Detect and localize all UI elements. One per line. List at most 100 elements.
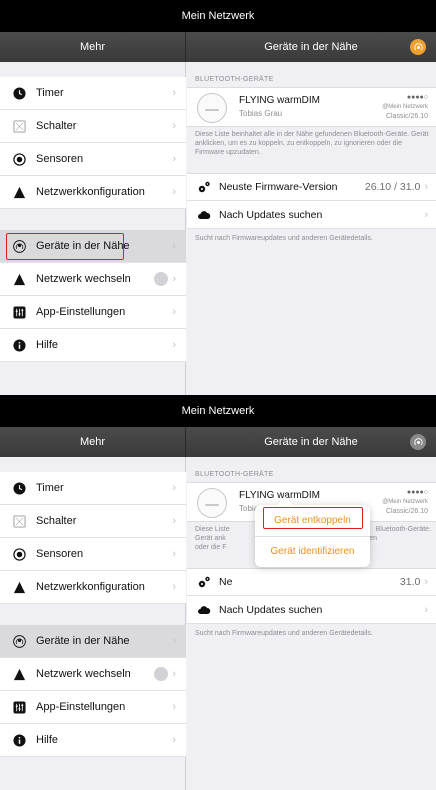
- right-header-title: Geräte in der Nähe: [264, 436, 358, 448]
- updates-label: Nach Updates suchen: [219, 208, 323, 221]
- footer-note: Sucht nach Firmwareupdates und anderen G…: [195, 630, 373, 637]
- app-settings-icon: [12, 700, 26, 714]
- chevron-right-icon: ›: [172, 701, 176, 713]
- sidebar-item-label: Netzwerkkonfiguration: [36, 581, 145, 593]
- chevron-right-icon: ›: [172, 186, 176, 198]
- sidebar-menu: Timer › Schalter › Sensoren › Netzwerkko…: [0, 62, 186, 395]
- right-header: Geräte in der Nähe: [186, 427, 436, 457]
- sidebar-item-sensoren[interactable]: Sensoren ›: [0, 538, 186, 571]
- right-header: Geräte in der Nähe: [186, 32, 436, 62]
- clock-icon: [12, 86, 26, 100]
- network-count-badge: [154, 272, 169, 286]
- left-header-title: Mehr: [0, 427, 186, 457]
- signal-strength: ●●●●○: [406, 489, 428, 496]
- sidebar-item-netzwerk-wechseln[interactable]: Netzwerk wechseln ›: [0, 263, 186, 296]
- sidebar-item-label: Sensoren: [36, 548, 84, 560]
- titlebar: Mein Netzwerk: [0, 0, 436, 32]
- network-count-badge: [154, 667, 169, 681]
- app-settings-icon: [12, 305, 26, 319]
- chevron-right-icon: ›: [172, 240, 176, 252]
- chevron-right-icon: ›: [172, 635, 176, 647]
- device-row[interactable]: FLYING warmDIM Tobias Grau ●●●●○ @Mein N…: [187, 87, 436, 127]
- sidebar-item-label: App-Einstellungen: [36, 306, 126, 318]
- sidebar-item-timer[interactable]: Timer ›: [0, 77, 186, 110]
- chevron-right-icon: ›: [172, 273, 176, 285]
- description-line3-left: oder die F: [195, 544, 227, 551]
- section-header: BLUETOOTH-GERÄTE: [195, 471, 274, 478]
- firmware-value: 31.0: [399, 576, 421, 588]
- signal-strength: ●●●●○: [406, 94, 428, 101]
- chevron-right-icon: ›: [172, 581, 176, 593]
- chevron-right-icon: ›: [172, 153, 176, 165]
- sidebar-item-netzwerk-wechseln[interactable]: Netzwerk wechseln ›: [0, 658, 186, 691]
- help-icon: [12, 733, 26, 747]
- sidebar-item-label: Schalter: [36, 515, 77, 527]
- identify-device-button[interactable]: Gerät identifizieren: [255, 536, 370, 566]
- chevron-right-icon: ›: [172, 306, 176, 318]
- device-version: Classic/26.10: [385, 113, 428, 120]
- sidebar-item-sensoren[interactable]: Sensoren ›: [0, 143, 186, 176]
- cloud-icon: [197, 603, 211, 617]
- search-updates-row[interactable]: Nach Updates suchen ›: [187, 596, 436, 624]
- switch-icon: [12, 119, 26, 133]
- firmware-version-row[interactable]: Ne 31.0 ›: [187, 568, 436, 596]
- sidebar-menu: Timer › Schalter › Sensoren › Netzwerkko…: [0, 457, 186, 790]
- sensor-icon: [12, 547, 26, 561]
- chevron-right-icon: ›: [172, 734, 176, 746]
- sidebar-item-hilfe[interactable]: Hilfe ›: [0, 724, 186, 757]
- description-line1-left: Diese Liste: [195, 526, 230, 533]
- sidebar-item-netzwerkkonfiguration[interactable]: Netzwerkkonfiguration ›: [0, 176, 186, 209]
- sidebar-item-label: Netzwerk wechseln: [36, 273, 131, 285]
- sidebar-item-label: Sensoren: [36, 153, 84, 165]
- sidebar-item-label: Schalter: [36, 120, 77, 132]
- sidebar-item-hilfe[interactable]: Hilfe ›: [0, 329, 186, 362]
- bluetooth-scan-icon[interactable]: [410, 434, 426, 450]
- help-icon: [12, 338, 26, 352]
- chevron-right-icon: ›: [424, 576, 428, 588]
- sidebar-item-schalter[interactable]: Schalter ›: [0, 505, 186, 538]
- lamp-icon: [197, 93, 227, 123]
- nearby-devices-icon: [12, 634, 26, 648]
- chevron-right-icon: ›: [172, 339, 176, 351]
- screen-2: Mein Netzwerk Mehr Geräte in der Nähe Ti…: [0, 395, 436, 790]
- screen-1: Mein Netzwerk Mehr Geräte in der Nähe Ti…: [0, 0, 436, 395]
- network-switch-icon: [12, 272, 26, 286]
- sidebar-item-label: Timer: [36, 482, 64, 494]
- sidebar-item-timer[interactable]: Timer ›: [0, 472, 186, 505]
- bluetooth-scan-icon[interactable]: [410, 39, 426, 55]
- nav-headers: Mehr Geräte in der Nähe: [0, 427, 436, 457]
- nav-headers: Mehr Geräte in der Nähe: [0, 32, 436, 62]
- sidebar-item-schalter[interactable]: Schalter ›: [0, 110, 186, 143]
- device-network: @Mein Netzwerk: [382, 499, 428, 505]
- chevron-right-icon: ›: [172, 515, 176, 527]
- right-header-title: Geräte in der Nähe: [264, 41, 358, 53]
- switch-icon: [12, 514, 26, 528]
- firmware-version-row[interactable]: Neuste Firmware-Version 26.10 / 31.0 ›: [187, 173, 436, 201]
- chevron-right-icon: ›: [172, 482, 176, 494]
- firmware-label: Neuste Firmware-Version: [219, 181, 338, 193]
- sidebar-item-geraete-in-der-naehe[interactable]: Geräte in der Nähe ›: [0, 625, 186, 658]
- chevron-right-icon: ›: [424, 208, 428, 221]
- highlight-box: [263, 507, 363, 529]
- sidebar-item-label: Netzwerkkonfiguration: [36, 186, 145, 198]
- network-config-icon: [12, 580, 26, 594]
- sidebar-item-label: App-Einstellungen: [36, 701, 126, 713]
- sidebar-item-label: Timer: [36, 87, 64, 99]
- sidebar-item-label: Hilfe: [36, 734, 59, 746]
- device-version: Classic/26.10: [385, 508, 428, 515]
- sidebar-item-app-einstellungen[interactable]: App-Einstellungen ›: [0, 691, 186, 724]
- network-config-icon: [12, 185, 26, 199]
- search-updates-row[interactable]: Nach Updates suchen ›: [187, 201, 436, 229]
- updates-label: Nach Updates suchen: [219, 603, 323, 616]
- chevron-right-icon: ›: [424, 603, 428, 616]
- firmware-value: 26.10 / 31.0: [364, 181, 421, 193]
- chevron-right-icon: ›: [172, 120, 176, 132]
- lamp-icon: [197, 488, 227, 518]
- highlight-box: [6, 233, 124, 260]
- chevron-right-icon: ›: [172, 87, 176, 99]
- titlebar: Mein Netzwerk: [0, 395, 436, 427]
- sidebar-item-label: Geräte in der Nähe: [36, 635, 130, 647]
- sidebar-item-app-einstellungen[interactable]: App-Einstellungen ›: [0, 296, 186, 329]
- footer-note: Sucht nach Firmwareupdates und anderen G…: [195, 235, 373, 242]
- sidebar-item-netzwerkkonfiguration[interactable]: Netzwerkkonfiguration ›: [0, 571, 186, 604]
